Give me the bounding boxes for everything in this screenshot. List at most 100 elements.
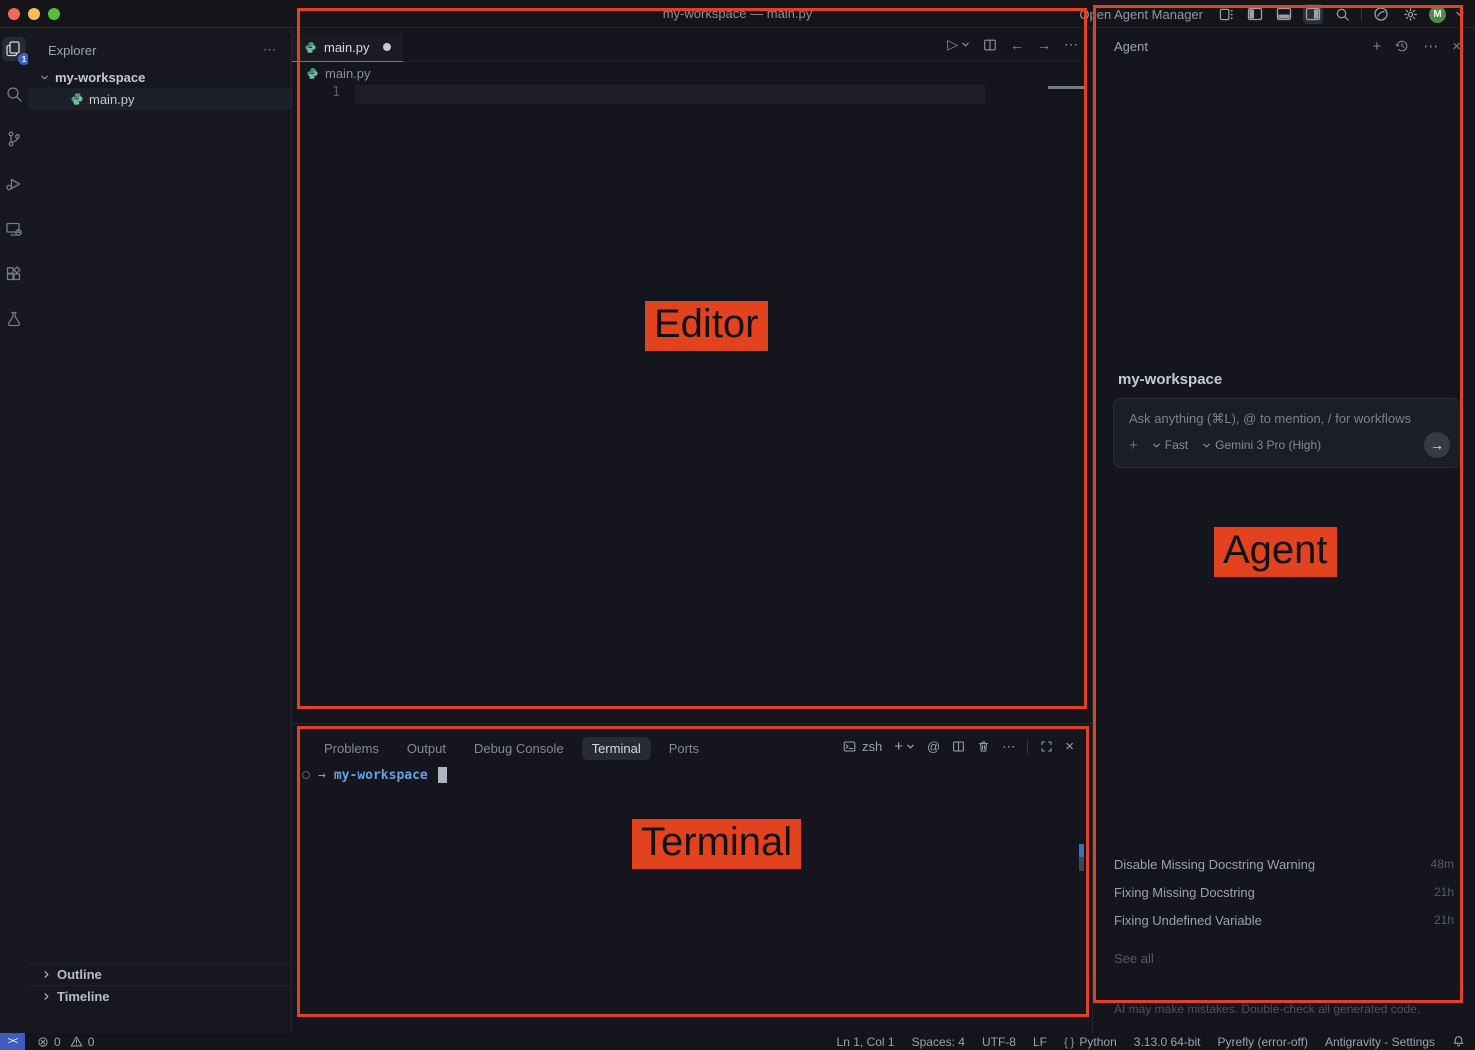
antigravity-ide-window: my-workspace — main.py Open Agent Manage… [0, 0, 1475, 1050]
toggle-right-panel-icon[interactable] [1303, 4, 1323, 24]
titlebar-divider [1361, 7, 1362, 21]
cursor-position[interactable]: Ln 1, Col 1 [837, 1035, 895, 1049]
file-row-main-py[interactable]: main.py [28, 88, 291, 110]
settings-gear-icon[interactable] [1400, 4, 1420, 24]
model-selector[interactable]: Gemini 3 Pro (High) [1202, 438, 1321, 452]
annotation-label-editor: Editor [645, 301, 768, 351]
open-agent-manager-button[interactable]: Open Agent Manager [1079, 7, 1203, 22]
explorer-more-actions-icon[interactable]: ⋯ [263, 42, 277, 58]
navigate-back-icon[interactable]: ← [1010, 37, 1024, 53]
split-terminal-icon[interactable] [952, 740, 965, 753]
sidebar-item-source-control[interactable] [2, 127, 26, 151]
line-number: 1 [320, 85, 340, 100]
prompt-arrow-icon: → [318, 768, 326, 783]
tab-problems[interactable]: Problems [314, 737, 389, 760]
tab-main-py[interactable]: main.py [292, 33, 403, 62]
explorer-header: Explorer [48, 43, 96, 58]
sidebar-item-remote-explorer[interactable] [2, 217, 26, 241]
annotation-label-agent: Agent [1214, 527, 1337, 577]
customize-layout-icon[interactable] [1216, 4, 1236, 24]
toggle-bottom-panel-icon[interactable] [1274, 4, 1294, 24]
annotation-label-terminal: Terminal [632, 819, 801, 869]
mode-selector[interactable]: Fast [1152, 438, 1188, 452]
shell-selector[interactable]: zsh [843, 739, 882, 754]
tab-ports[interactable]: Ports [659, 737, 709, 760]
panel-actions-divider [1027, 740, 1028, 754]
new-conversation-icon[interactable]: + [1372, 38, 1381, 55]
bottom-panel: Problems Output Debug Console Terminal P… [292, 723, 1092, 1035]
terminal-prompt[interactable]: → my-workspace [302, 767, 447, 783]
encoding[interactable]: UTF-8 [982, 1035, 1016, 1049]
maximize-panel-icon[interactable] [1040, 740, 1053, 753]
attach-icon[interactable]: + [1129, 437, 1138, 454]
agent-input-placeholder[interactable]: Ask anything (⌘L), @ to mention, / for w… [1129, 411, 1448, 427]
editor-scrollbar-thumb[interactable] [1048, 86, 1084, 89]
code-line-1[interactable]: 1 [292, 85, 1092, 104]
mention-terminal-icon[interactable]: @ [927, 739, 940, 754]
agent-panel-title: Agent [1114, 39, 1148, 54]
linter-status[interactable]: Pyrefly (error-off) [1217, 1035, 1307, 1049]
workspace-folder-label: my-workspace [55, 70, 145, 85]
new-terminal-icon[interactable]: + [894, 738, 915, 755]
history-icon[interactable] [1395, 39, 1409, 53]
search-icon[interactable] [1332, 4, 1352, 24]
terminal-more-actions-icon[interactable]: ⋯ [1002, 739, 1015, 755]
tab-output[interactable]: Output [397, 737, 456, 760]
model-label: Gemini 3 Pro (High) [1215, 438, 1321, 452]
problems-indicator[interactable]: 0 0 [37, 1035, 94, 1049]
language-mode[interactable]: { } Python [1064, 1035, 1117, 1049]
timeline-section[interactable]: Timeline [28, 985, 291, 1007]
agent-more-actions-icon[interactable]: ⋯ [1423, 37, 1438, 55]
send-button[interactable]: → [1424, 432, 1450, 458]
remote-indicator[interactable]: >< [0, 1033, 25, 1050]
task-row[interactable]: Disable Missing Docstring Warning 48m [1114, 850, 1454, 878]
chevron-down-icon [40, 73, 50, 82]
see-all-link[interactable]: See all [1114, 951, 1154, 966]
antigravity-logo-icon[interactable] [1371, 4, 1391, 24]
indentation[interactable]: Spaces: 4 [912, 1035, 965, 1049]
sidebar-item-extensions[interactable] [2, 262, 26, 286]
close-panel-icon[interactable]: × [1065, 738, 1074, 755]
notifications-bell-icon[interactable] [1452, 1035, 1465, 1048]
workspace-folder-row[interactable]: my-workspace [28, 66, 291, 88]
agent-input-card[interactable]: Ask anything (⌘L), @ to mention, / for w… [1113, 398, 1461, 468]
sidebar-item-run-debug[interactable] [2, 172, 26, 196]
tab-terminal[interactable]: Terminal [582, 737, 651, 760]
sidebar-item-search[interactable] [2, 82, 26, 106]
task-row[interactable]: Fixing Missing Docstring 21h [1114, 878, 1454, 906]
tab-debug-console[interactable]: Debug Console [464, 737, 574, 760]
run-python-file-icon[interactable]: ▷ [947, 36, 970, 53]
ai-disclaimer: AI may make mistakes. Double-check all g… [1114, 1002, 1420, 1016]
account-avatar[interactable]: M [1429, 6, 1446, 23]
agent-workspace-title: my-workspace [1118, 371, 1222, 388]
mode-label: Fast [1165, 438, 1188, 452]
unsaved-changes-dot[interactable] [383, 43, 391, 51]
task-label: Fixing Missing Docstring [1114, 885, 1255, 900]
shell-label: zsh [862, 739, 882, 754]
task-row[interactable]: Fixing Undefined Variable 21h [1114, 906, 1454, 934]
close-agent-panel-icon[interactable]: × [1452, 38, 1461, 55]
task-time: 21h [1434, 885, 1454, 899]
current-line-highlight [355, 85, 985, 104]
breadcrumb[interactable]: main.py [306, 66, 371, 81]
terminal-scrollbar-mark[interactable] [1079, 844, 1084, 857]
antigravity-settings[interactable]: Antigravity - Settings [1325, 1035, 1435, 1049]
file-label: main.py [89, 92, 135, 107]
sidebar-item-explorer[interactable]: 1 [2, 37, 26, 61]
navigate-forward-icon[interactable]: → [1037, 37, 1051, 53]
explorer-sidebar: Explorer ⋯ my-workspace main.py Outline … [28, 28, 292, 1035]
editor-area: main.py ▷ ← → ⋯ main.py 1 [292, 28, 1092, 723]
kill-terminal-icon[interactable] [977, 740, 990, 753]
outline-section[interactable]: Outline [28, 963, 291, 985]
account-chevron-icon[interactable] [1455, 9, 1465, 19]
eol-sequence[interactable]: LF [1033, 1035, 1047, 1049]
terminal-scrollbar-thumb[interactable] [1079, 857, 1084, 871]
toggle-left-panel-icon[interactable] [1245, 4, 1265, 24]
title-bar: my-workspace — main.py Open Agent Manage… [0, 0, 1475, 28]
sidebar-item-testing[interactable] [2, 307, 26, 331]
python-interpreter[interactable]: 3.13.0 64-bit [1134, 1035, 1201, 1049]
outline-label: Outline [57, 967, 102, 982]
timeline-label: Timeline [57, 989, 110, 1004]
split-editor-icon[interactable] [983, 38, 997, 52]
editor-more-actions-icon[interactable]: ⋯ [1064, 36, 1078, 53]
